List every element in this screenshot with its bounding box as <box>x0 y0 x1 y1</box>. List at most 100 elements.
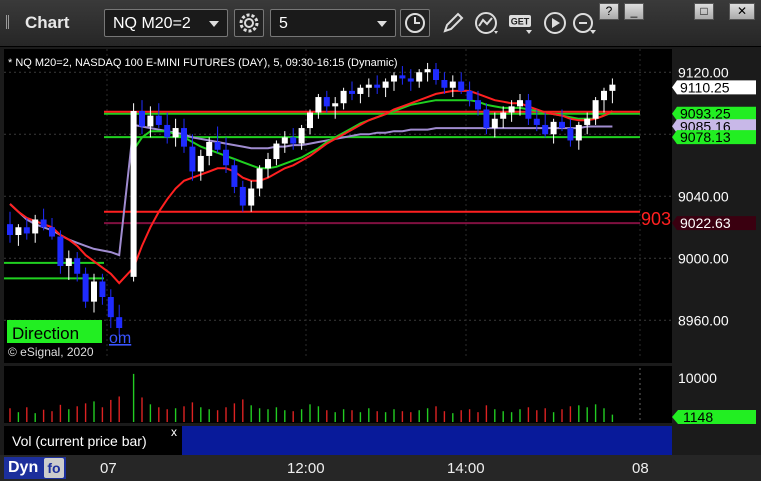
candle-body <box>567 128 574 141</box>
vol-blue-band <box>182 426 672 455</box>
candle-body <box>517 100 523 107</box>
settings-button[interactable] <box>234 9 264 37</box>
candle-body <box>592 100 599 119</box>
time-button[interactable] <box>400 9 430 37</box>
red-level-label: 903 <box>641 209 671 229</box>
candle-body <box>399 75 406 79</box>
candle-body <box>290 137 297 144</box>
candle-body <box>139 111 145 127</box>
candle-body <box>609 84 616 91</box>
fo-icon[interactable]: fo <box>44 458 64 478</box>
direction-label: Direction <box>12 324 79 343</box>
candle-body <box>65 258 72 266</box>
candle-body <box>491 118 498 129</box>
candle-body <box>239 186 246 206</box>
price-pane <box>4 49 672 363</box>
candle-body <box>164 124 171 138</box>
candle-body <box>533 118 540 125</box>
study-icon[interactable] <box>474 10 500 36</box>
candle-body <box>273 143 280 160</box>
interval-select[interactable]: 5 <box>270 9 396 37</box>
candle-body <box>298 128 305 144</box>
vol-last-value: 1148 <box>683 409 713 425</box>
volume-pane <box>4 366 672 423</box>
candle-body <box>441 80 448 88</box>
price-tag-label: 9022.63 <box>680 215 731 231</box>
vol-panel-close[interactable]: x <box>171 425 177 439</box>
candle-body <box>214 142 221 150</box>
price-tag-label: 9110.25 <box>680 79 730 95</box>
vol-tick-10000: 10000 <box>678 370 717 386</box>
candle-body <box>248 188 255 206</box>
candle-body <box>323 97 330 107</box>
candle-body <box>433 69 439 80</box>
candle-body <box>391 75 397 82</box>
pencil-icon[interactable] <box>440 10 466 36</box>
candle-body <box>172 128 179 138</box>
maximize-button[interactable]: □ <box>694 3 714 20</box>
candle-body <box>315 97 322 113</box>
copyright-text: © eSignal, 2020 <box>8 345 94 359</box>
candle-body <box>550 121 557 135</box>
candle-body <box>483 109 490 129</box>
candle-body <box>91 281 97 302</box>
candle-body <box>584 118 591 125</box>
candle-body <box>116 317 123 328</box>
candle-body <box>601 90 607 101</box>
y-tick-label: 8960.00 <box>678 312 729 328</box>
candle-body <box>23 227 30 234</box>
candle-body <box>424 69 431 73</box>
candle-body <box>307 112 313 129</box>
y-tick-label: 9040.00 <box>678 188 729 204</box>
candle-body <box>57 236 64 266</box>
symbol-value: NQ M20=2 <box>113 15 191 32</box>
candle-body <box>407 78 414 82</box>
app-title-text: Chart <box>25 13 70 32</box>
help-window-button[interactable]: ? <box>599 3 619 20</box>
time-label-07: 07 <box>100 460 117 477</box>
candle-body <box>374 84 381 88</box>
play-icon[interactable] <box>542 10 568 36</box>
minimize-button[interactable]: _ <box>624 3 644 20</box>
candle-body <box>265 159 271 169</box>
gear-icon <box>239 13 259 33</box>
candle-body <box>466 90 473 101</box>
candle-body <box>449 81 456 88</box>
candle-body <box>7 224 13 235</box>
y-tick-label: 9120.00 <box>678 64 729 80</box>
vol-panel-label: Vol (current price bar) <box>12 433 147 449</box>
candle-body <box>508 106 515 113</box>
chevron-down-icon <box>209 21 219 27</box>
candle-body <box>189 146 196 172</box>
candle-body <box>332 103 339 107</box>
time-label-1200: 12:00 <box>287 460 325 477</box>
candle-body <box>416 72 423 82</box>
candle-body <box>340 90 347 104</box>
clock-icon <box>405 13 425 33</box>
candle-body <box>32 219 39 234</box>
candle-body <box>256 168 263 189</box>
get-icon[interactable]: GET <box>508 10 534 36</box>
chevron-down-icon <box>377 21 387 27</box>
candle-body <box>49 227 55 237</box>
candle-body <box>82 273 89 302</box>
candle-body <box>40 219 47 228</box>
symbol-select[interactable]: NQ M20=2 <box>104 9 228 37</box>
candle-body <box>147 115 154 127</box>
help-icon[interactable] <box>572 10 598 36</box>
app-title: Chart <box>6 13 69 33</box>
candle-body <box>223 149 229 166</box>
close-button[interactable]: ✕ <box>729 3 755 20</box>
candle-body <box>575 124 582 141</box>
candle-body <box>181 128 187 147</box>
hidden-link-text[interactable]: om <box>109 330 131 347</box>
candle-body <box>349 90 355 94</box>
candle-body <box>281 137 288 144</box>
candle-body <box>231 165 238 187</box>
time-label-1400: 14:00 <box>447 460 485 477</box>
price-chart[interactable]: 9120.009080.009040.009000.008960.00 9110… <box>0 47 761 455</box>
chart-header: * NQ M20=2, NASDAQ 100 E-MINI FUTURES (D… <box>8 57 398 69</box>
candle-body <box>130 111 137 277</box>
y-tick-label: 9000.00 <box>678 250 729 266</box>
grip-icon[interactable] <box>6 15 21 29</box>
